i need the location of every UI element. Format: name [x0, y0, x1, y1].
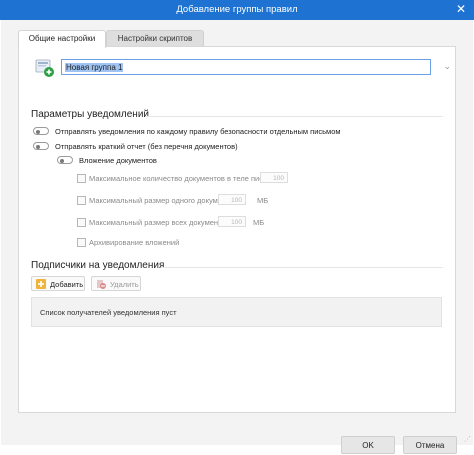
max-all-size-unit: МБ [253, 218, 265, 227]
subscribers-section-title: Подписчики на уведомления [31, 260, 165, 271]
max-single-size-input[interactable]: 100 [218, 194, 246, 205]
delete-icon [96, 279, 106, 289]
archive-attachments-checkbox[interactable] [77, 238, 86, 247]
max-docs-body-checkbox[interactable] [77, 174, 86, 183]
max-docs-body-label: Максимальное количество документов в тел… [89, 174, 277, 183]
max-single-size-checkbox[interactable] [77, 196, 86, 205]
window-title: Добавление группы правил [176, 4, 298, 15]
archive-attachments-label: Архивирование вложений [89, 238, 180, 247]
add-icon [36, 279, 46, 289]
notifications-section-title: Параметры уведомлений [31, 109, 149, 120]
subscribers-list[interactable]: Список получателей уведомления пуст [31, 297, 442, 327]
ok-button[interactable]: OK [341, 436, 395, 454]
general-settings-panel: Новая группа 1 ⌄ Параметры уведомлений О… [18, 46, 456, 413]
short-report-label: Отправлять краткий отчет (без перечня до… [55, 142, 238, 151]
max-all-size-label: Максимальный размер всех документов [89, 218, 230, 227]
attach-documents-toggle[interactable] [57, 156, 73, 164]
attach-documents-label: Вложение документов [79, 156, 157, 165]
close-icon[interactable]: ✕ [456, 2, 466, 16]
add-subscriber-button[interactable]: Добавить [31, 276, 85, 291]
max-single-size-unit: МБ [257, 196, 269, 205]
send-per-rule-toggle[interactable] [33, 127, 49, 135]
section-divider [161, 267, 443, 268]
resize-grip-icon[interactable]: ⋰ [464, 435, 471, 443]
group-name-value: Новая группа 1 [65, 63, 124, 72]
cancel-button[interactable]: Отмена [403, 436, 457, 454]
gear-add-icon[interactable] [35, 58, 55, 78]
short-report-toggle[interactable] [33, 142, 49, 150]
tab-general-settings[interactable]: Общие настройки [18, 30, 106, 48]
delete-button-label: Удалить [110, 280, 139, 289]
group-name-input[interactable]: Новая группа 1 [61, 59, 431, 75]
subscribers-empty-text: Список получателей уведомления пуст [40, 308, 177, 317]
max-single-size-label: Максимальный размер одного документа [89, 196, 234, 205]
tab-script-settings[interactable]: Настройки скриптов [106, 30, 204, 47]
section-divider [145, 116, 443, 117]
add-button-label: Добавить [50, 280, 84, 289]
dialog-body: Общие настройки Настройки скриптов Новая… [1, 20, 473, 454]
title-bar: Добавление группы правил ✕ [0, 0, 474, 20]
chevron-down-icon[interactable]: ⌄ [443, 61, 451, 72]
send-per-rule-label: Отправлять уведомления по каждому правил… [55, 127, 341, 136]
delete-subscriber-button[interactable]: Удалить [91, 276, 141, 291]
max-docs-body-input[interactable]: 100 [260, 172, 288, 183]
group-name-row: Новая группа 1 ⌄ [35, 58, 451, 80]
max-all-size-input[interactable]: 100 [218, 216, 246, 227]
max-all-size-checkbox[interactable] [77, 218, 86, 227]
